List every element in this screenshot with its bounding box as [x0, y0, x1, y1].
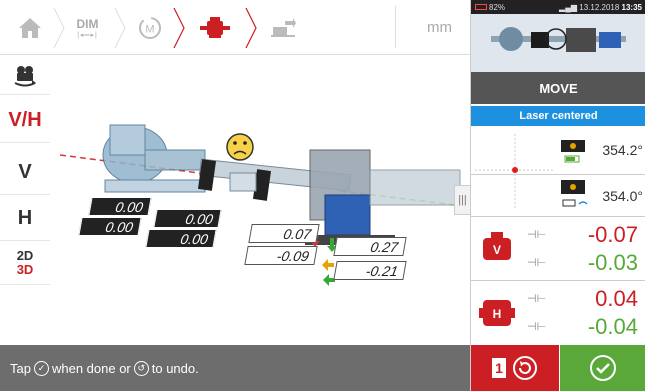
machine-3d-view[interactable]: 0.00 0.00 0.00 0.00 0.07 0.27 -0.09 -0.2…	[50, 55, 470, 345]
sensor-2-angle: 354.0°	[602, 188, 643, 204]
camera-rotate-icon	[14, 65, 36, 86]
machine-alignment-icon	[200, 16, 230, 38]
undo-circle-icon: ↺	[133, 360, 149, 376]
camera-rotate-button[interactable]	[0, 55, 50, 95]
sensor-1-angle: 354.2°	[602, 142, 643, 158]
gap-symbol-icon: ⊣⊢	[527, 293, 547, 305]
divider	[471, 174, 645, 175]
alignment-results-button[interactable]	[185, 0, 245, 55]
vertical-results: V ⊣⊢ -0.07 ⊣⊢ -0.03	[471, 218, 645, 278]
step-separator	[173, 8, 185, 48]
undo-button[interactable]: 1	[471, 345, 559, 391]
view-vh-button[interactable]: V/H	[0, 99, 50, 143]
home-button[interactable]	[5, 0, 55, 55]
sad-face-icon	[226, 133, 254, 161]
receiver-icon	[561, 180, 588, 207]
measure-rotate-icon: M	[139, 16, 161, 39]
view-vertical-button[interactable]: V	[0, 151, 50, 195]
moveable-h-offset: -0.21	[333, 261, 407, 280]
top-toolbar: DIM |◂═▸| M mm	[0, 0, 470, 55]
laser-status-banner: Laser centered	[471, 106, 645, 126]
vertical-offset-value: -0.03	[587, 250, 638, 275]
horizontal-offset-value: -0.04	[587, 314, 638, 339]
battery-icon	[475, 4, 487, 11]
dimensions-button[interactable]: DIM |◂═▸|	[60, 0, 115, 55]
label-3d: 3D	[16, 261, 34, 277]
move-machine-icon	[271, 17, 296, 37]
arrow-orange	[322, 259, 334, 271]
label-2d: 2D	[16, 247, 34, 263]
svg-text:M: M	[145, 23, 154, 35]
battery-indicator: 82%	[475, 3, 505, 12]
svg-text:V: V	[493, 243, 501, 257]
laser-target	[471, 130, 559, 214]
move-button[interactable]: MOVE	[471, 72, 645, 104]
coupling	[229, 172, 257, 192]
horizontal-gap-value: 0.04	[595, 286, 638, 311]
offset-symbol-icon: ⊣⊢	[527, 321, 547, 333]
move-step-button[interactable]	[258, 0, 308, 55]
stationary-pump	[102, 124, 206, 193]
dim-label: DIM	[76, 16, 99, 31]
instruction-suffix: to undo.	[151, 360, 199, 376]
device-status-bar: 82% ▂▄▆ 13.12.2018 13:35	[471, 0, 645, 14]
moveable-h-gap: -0.09	[244, 246, 318, 265]
toolbar-divider	[395, 6, 396, 48]
stationary-value-top-right: 0.00	[153, 209, 222, 228]
step-separator	[245, 8, 257, 48]
undo-icon	[513, 356, 537, 380]
stationary-value-bottom-right: 0.00	[145, 229, 217, 248]
sensor-2-row: 354.0°	[559, 176, 645, 216]
instruction-prefix: Tap	[10, 360, 31, 376]
laser-dot	[512, 167, 518, 173]
left-sidebar: V/H V H 2D 3D	[0, 55, 50, 345]
laser-target-graphic	[475, 134, 555, 210]
svg-text:H: H	[493, 307, 502, 321]
offset-symbol-icon: ⊣⊢	[527, 257, 547, 269]
sensor-1-row: 354.2°	[559, 132, 645, 172]
stationary-value-top-left: 0.00	[88, 197, 152, 216]
undo-count: 1	[492, 358, 506, 378]
sensor-icon	[561, 140, 585, 163]
instruction-middle: when done or	[51, 360, 131, 376]
view-horizontal-button[interactable]: H	[0, 197, 50, 241]
check-circle-icon: ✓	[33, 360, 49, 376]
units-label[interactable]: mm	[427, 0, 452, 55]
measure-button[interactable]: M	[125, 0, 175, 55]
datetime: ▂▄▆ 13.12.2018 13:35	[559, 2, 642, 12]
right-panel: 82% ▂▄▆ 13.12.2018 13:35 MOVE Laser cent…	[470, 0, 645, 391]
home-icon	[19, 17, 41, 38]
divider	[471, 280, 645, 281]
moveable-v-gap: 0.07	[248, 224, 320, 243]
instruction-bar: Tap ✓ when done or ↺ to undo.	[0, 345, 470, 391]
check-icon	[590, 355, 616, 381]
machine-thumbnail[interactable]	[471, 14, 645, 72]
gap-symbol-icon: ⊣⊢	[527, 229, 547, 241]
divider	[471, 216, 645, 217]
horizontal-machine-icon: H	[479, 300, 515, 326]
horizontal-results: H ⊣⊢ 0.04 ⊣⊢ -0.04	[471, 282, 645, 342]
vertical-gap-value: -0.07	[587, 222, 638, 247]
panel-drag-handle[interactable]: |||	[454, 185, 470, 215]
toggle-2d-3d-button[interactable]: 2D 3D	[0, 241, 50, 285]
machine-thumbnail-graphic	[491, 27, 626, 52]
moveable-motor	[305, 149, 461, 245]
moveable-v-offset: 0.27	[333, 237, 407, 256]
vertical-machine-icon: V	[483, 232, 511, 260]
stationary-value-bottom-left: 0.00	[78, 217, 142, 236]
dim-arrow-icon: |◂═▸|	[77, 31, 98, 39]
done-button[interactable]	[560, 345, 645, 391]
